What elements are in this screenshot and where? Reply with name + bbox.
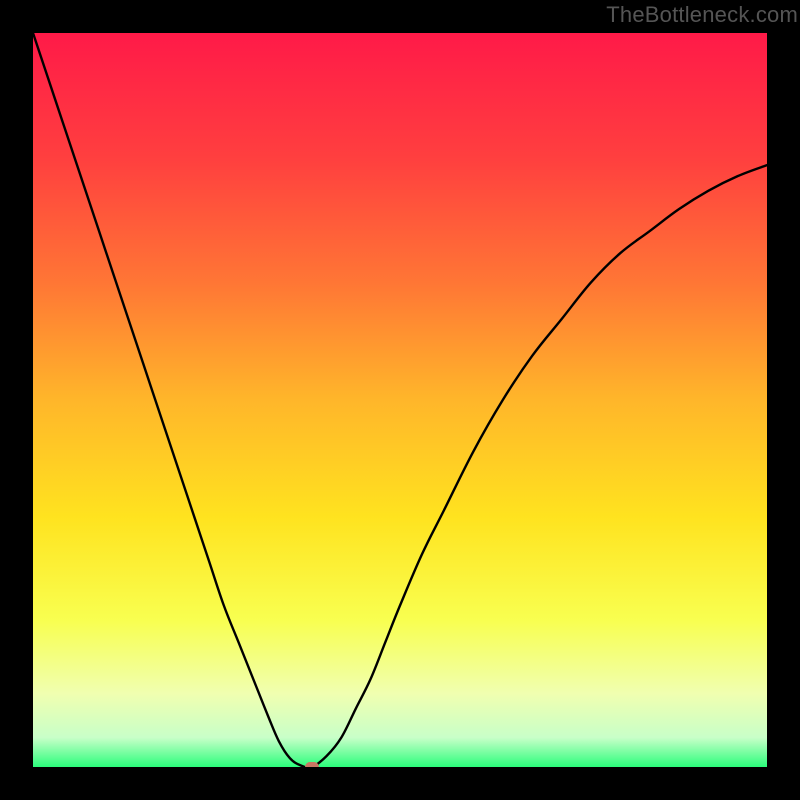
watermark-text: TheBottleneck.com	[606, 2, 798, 28]
optimal-point-marker	[305, 762, 319, 767]
bottleneck-chart	[33, 33, 767, 767]
plot-area	[33, 33, 767, 767]
chart-frame: TheBottleneck.com	[0, 0, 800, 800]
gradient-background	[33, 33, 767, 767]
